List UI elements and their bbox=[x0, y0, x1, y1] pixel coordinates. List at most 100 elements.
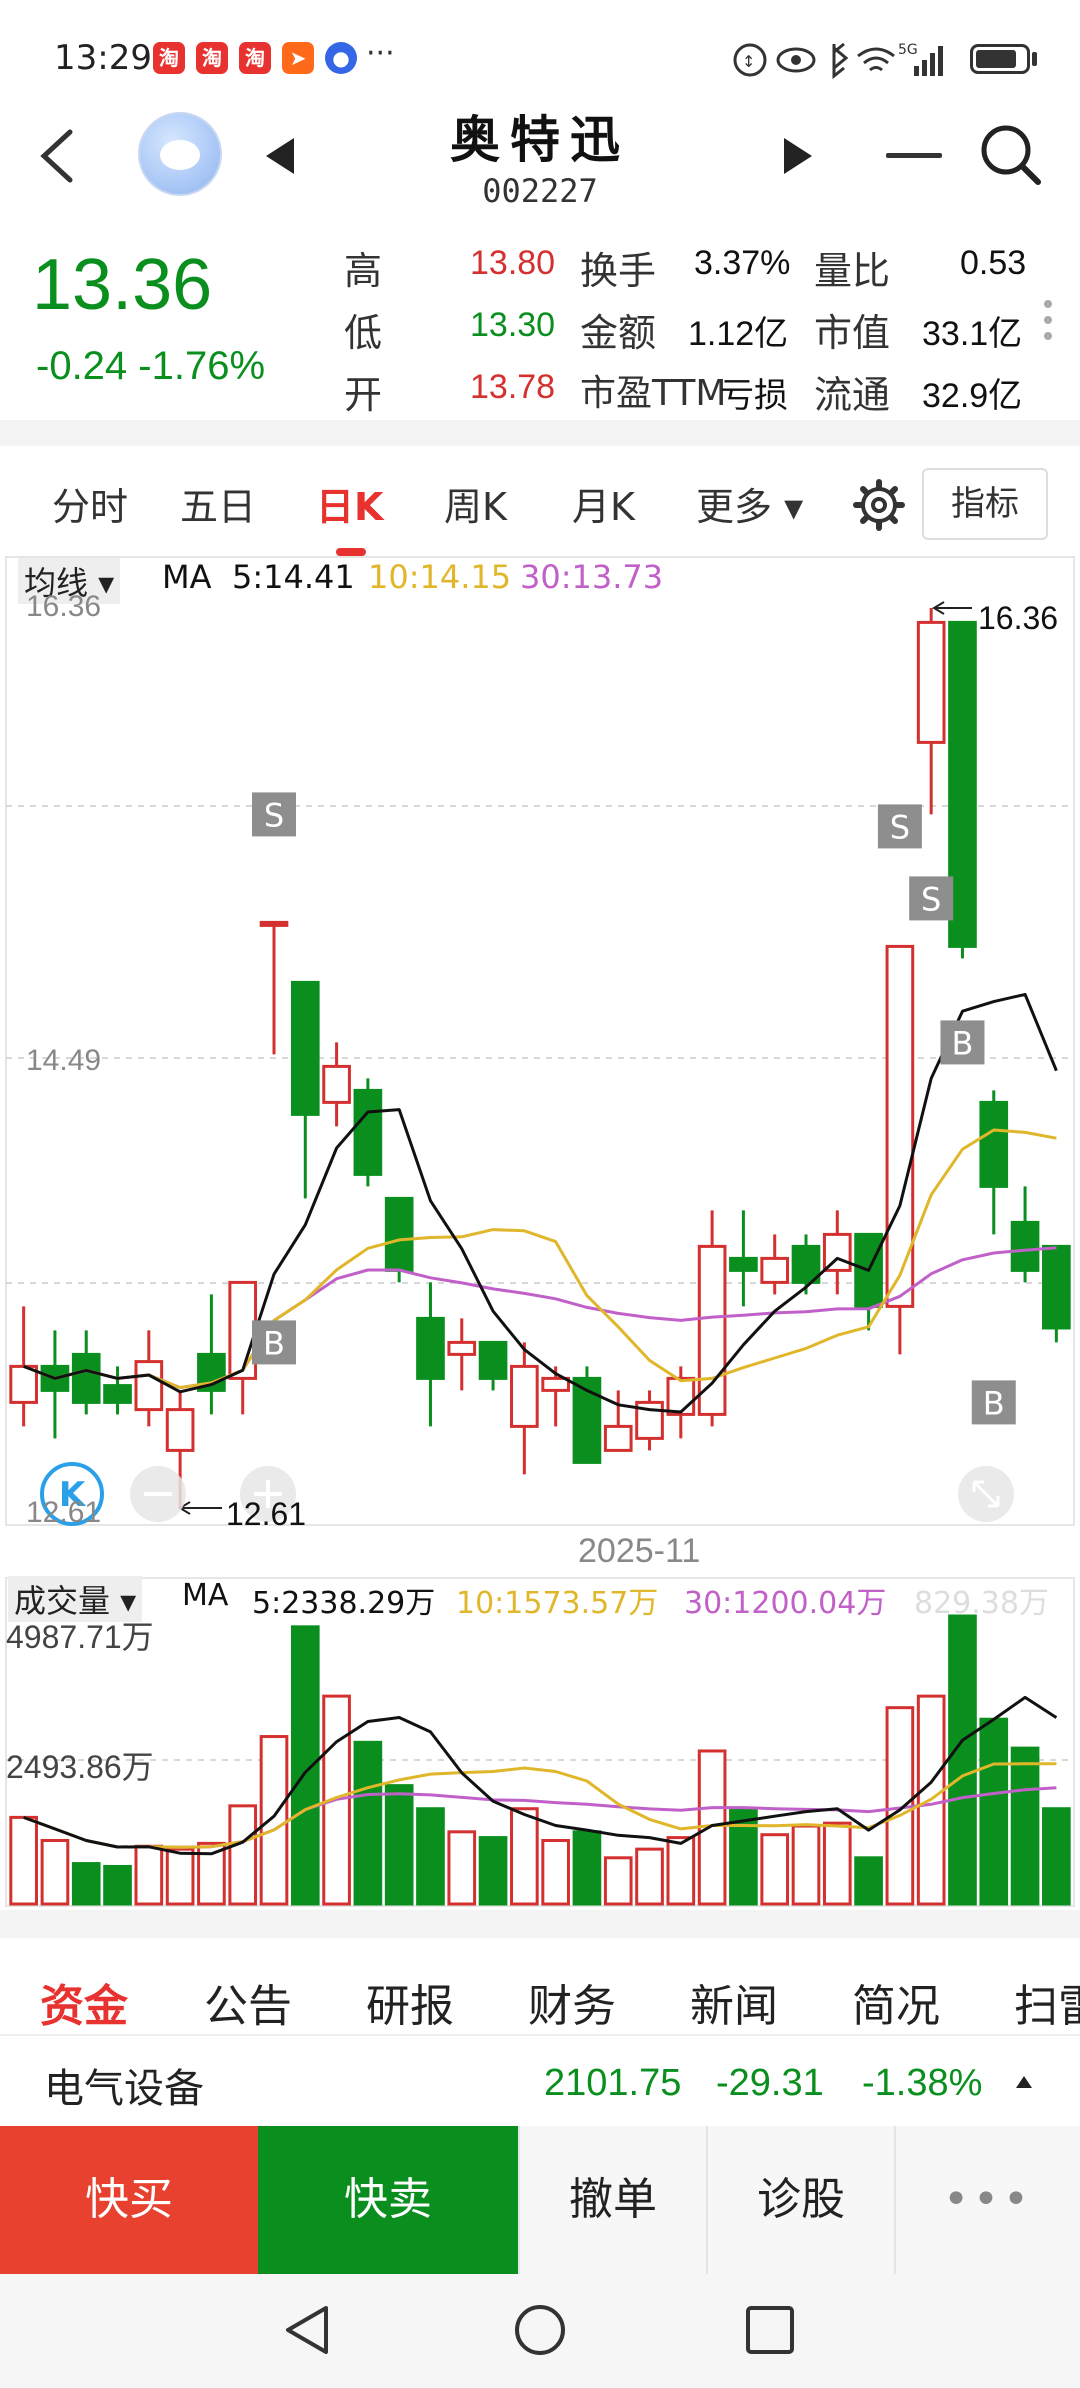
info-tab-risk-scan[interactable]: 扫雷 bbox=[1014, 1970, 1080, 2030]
candle bbox=[71, 1352, 101, 1404]
low-value: 13.30 bbox=[470, 306, 556, 344]
volume-bar bbox=[1010, 1746, 1040, 1906]
volume-bar bbox=[353, 1740, 383, 1906]
next-stock-icon[interactable] bbox=[778, 134, 818, 178]
current-price: 13.36 bbox=[32, 245, 213, 325]
info-tab-funds[interactable]: 资金 bbox=[40, 1970, 128, 2034]
volume-bar bbox=[822, 1821, 852, 1906]
settings-gear-icon[interactable] bbox=[852, 478, 906, 532]
signal-label: B bbox=[951, 1024, 973, 1062]
volume-ratio-value: 0.53 bbox=[960, 244, 1027, 282]
candle bbox=[9, 1364, 38, 1404]
open-label: 开 bbox=[344, 373, 383, 417]
status-icons: ↕ 5G bbox=[733, 42, 943, 80]
ma5-value: 5:14.41 bbox=[232, 558, 355, 596]
volume-bar bbox=[228, 1804, 258, 1906]
candle bbox=[322, 1064, 351, 1104]
nav-recents-icon[interactable] bbox=[742, 2302, 798, 2358]
tab-five-day[interactable]: 五日 bbox=[180, 476, 256, 531]
y-min-label: 12.61 bbox=[26, 1496, 102, 1529]
volume-bar bbox=[103, 1864, 132, 1906]
ma-prefix: MA bbox=[162, 558, 212, 596]
float-cap-label: 流通 bbox=[814, 373, 891, 417]
svg-text:↕: ↕ bbox=[742, 52, 755, 71]
vol-ma5-value: 5:2338.29万 bbox=[252, 1586, 436, 1621]
candle bbox=[353, 1088, 383, 1176]
candle bbox=[510, 1364, 539, 1428]
price-change: -0.24 -1.76% bbox=[36, 344, 266, 388]
vol-ma30-value: 30:1200.04万 bbox=[684, 1586, 887, 1621]
high-label: 高 bbox=[344, 249, 383, 293]
expand-up-icon[interactable] bbox=[1014, 2074, 1034, 2090]
candle bbox=[1042, 1244, 1071, 1330]
volume-bar bbox=[1042, 1807, 1071, 1906]
volume-bar bbox=[948, 1614, 977, 1906]
minimize-icon[interactable] bbox=[884, 140, 944, 170]
date-label: 2025-11 bbox=[578, 1532, 701, 1570]
candle bbox=[165, 1408, 195, 1452]
search-icon[interactable] bbox=[978, 122, 1044, 188]
active-tab-indicator bbox=[336, 548, 366, 556]
info-tab-announcements[interactable]: 公告 bbox=[204, 1970, 292, 2034]
signal-label: B bbox=[983, 1384, 1005, 1422]
info-tab-finance[interactable]: 财务 bbox=[528, 1970, 616, 2034]
candle bbox=[478, 1340, 508, 1380]
candle bbox=[729, 1256, 758, 1272]
tab-monthly-k[interactable]: 月K bbox=[572, 476, 635, 531]
info-tab-news[interactable]: 新闻 bbox=[690, 1970, 778, 2034]
turnover-label: 换手 bbox=[580, 249, 657, 293]
sector-change: -29.31 bbox=[716, 2062, 824, 2104]
app-notification-icon: 淘 bbox=[196, 42, 228, 74]
candle bbox=[697, 1244, 727, 1416]
tab-daily-k[interactable]: 日K bbox=[316, 476, 383, 531]
volume-bar bbox=[635, 1847, 664, 1906]
candle bbox=[541, 1376, 570, 1392]
quick-sell-button[interactable]: 快卖 bbox=[258, 2126, 518, 2274]
volume-bar bbox=[478, 1836, 508, 1906]
vol-ma10-value: 10:1573.57万 bbox=[456, 1586, 659, 1621]
vol-y-max-label: 4987.71万 bbox=[6, 1619, 154, 1655]
candle bbox=[103, 1384, 132, 1404]
candle bbox=[666, 1376, 696, 1416]
tab-more[interactable]: 更多 ▾ bbox=[696, 476, 803, 531]
sector-name[interactable]: 电气设备 bbox=[44, 2056, 204, 2114]
more-actions-button[interactable]: ••• bbox=[894, 2126, 1080, 2274]
candle bbox=[290, 980, 320, 1116]
pe-ttm-value: 亏损 bbox=[720, 377, 788, 415]
kline-chart[interactable]: SBSSBBK bbox=[0, 556, 1080, 1916]
low-marker-label: 12.61 bbox=[226, 1496, 307, 1532]
info-tab-profile[interactable]: 简况 bbox=[852, 1970, 940, 2034]
section-divider bbox=[0, 1910, 1080, 1938]
signal-icon bbox=[914, 66, 919, 76]
indicator-button[interactable]: 指标 bbox=[922, 468, 1048, 540]
volume-ratio-label: 量比 bbox=[814, 249, 891, 293]
candle bbox=[384, 1196, 414, 1272]
volume-bar bbox=[572, 1830, 602, 1906]
tab-weekly-k[interactable]: 周K bbox=[444, 476, 507, 531]
tab-intraday[interactable]: 分时 bbox=[52, 476, 128, 531]
nav-back-icon[interactable] bbox=[280, 2300, 340, 2360]
info-tab-research[interactable]: 研报 bbox=[366, 1970, 454, 2034]
candle bbox=[760, 1256, 790, 1284]
signal-label: S bbox=[264, 796, 284, 834]
candle bbox=[134, 1360, 164, 1412]
candle bbox=[916, 620, 946, 744]
quick-buy-button[interactable]: 快买 bbox=[0, 2126, 258, 2274]
volume-bar bbox=[666, 1836, 696, 1906]
signal-label: S bbox=[890, 808, 910, 846]
diagnose-stock-button[interactable]: 诊股 bbox=[706, 2126, 894, 2274]
sector-change-pct: -1.38% bbox=[862, 2062, 983, 2104]
cancel-order-button[interactable]: 撤单 bbox=[518, 2126, 706, 2274]
volume-bar bbox=[259, 1735, 289, 1906]
float-cap-value: 32.9亿 bbox=[922, 377, 1023, 415]
amount-label: 金额 bbox=[580, 311, 657, 355]
volume-bar bbox=[541, 1838, 570, 1906]
volume-bar bbox=[854, 1856, 883, 1906]
nav-home-icon[interactable] bbox=[510, 2300, 570, 2360]
vol-current-value: 829.38万 bbox=[914, 1586, 1049, 1621]
quote-more-icon[interactable] bbox=[1044, 300, 1052, 348]
volume-bar bbox=[760, 1833, 790, 1906]
browser-notification-icon: ● bbox=[325, 42, 357, 74]
y-mid-label: 14.49 bbox=[26, 1044, 102, 1077]
wifi-icon bbox=[857, 47, 895, 72]
